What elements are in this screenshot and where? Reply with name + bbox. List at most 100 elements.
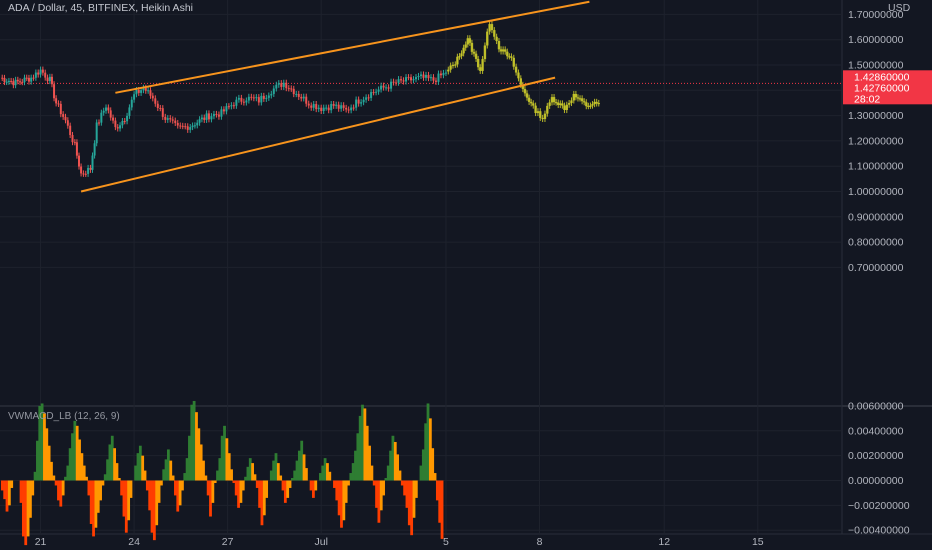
price-candle <box>119 125 122 129</box>
price-candle <box>282 82 285 87</box>
price-candle <box>123 121 126 123</box>
price-candle <box>159 107 162 109</box>
price-candle <box>265 97 268 99</box>
time-tick-label: 21 <box>35 536 47 548</box>
projection-candle <box>595 101 598 104</box>
price-candle <box>184 126 187 128</box>
price-candle <box>176 122 179 126</box>
price-candle <box>21 81 24 83</box>
price-candle <box>267 95 270 98</box>
projection-candle <box>546 105 549 114</box>
price-candle <box>46 77 49 82</box>
price-candle <box>295 93 298 95</box>
price-candle <box>434 80 437 82</box>
price-candle <box>315 104 318 110</box>
projection-candle <box>534 105 537 114</box>
price-candle <box>250 96 253 98</box>
price-candle <box>345 107 348 110</box>
projection-candle <box>504 49 507 52</box>
price-candle <box>95 122 98 144</box>
price-candle <box>222 109 225 112</box>
time-tick-label: 5 <box>443 536 449 548</box>
price-candle <box>7 80 10 82</box>
price-candle <box>19 81 22 83</box>
price-candle <box>422 74 425 78</box>
projection-candle <box>574 93 578 98</box>
price-candle <box>307 103 310 106</box>
price-candle <box>402 80 405 82</box>
histogram-bar <box>171 475 175 481</box>
projection-candle <box>523 88 527 94</box>
projection-candle <box>476 58 480 68</box>
price-candle <box>191 125 194 128</box>
price-candle <box>98 122 101 124</box>
projection-candle <box>483 45 487 60</box>
price-candle <box>210 116 213 120</box>
price-candle <box>382 85 385 88</box>
projection-candle <box>529 101 533 104</box>
projection-candle <box>585 102 588 107</box>
histogram-bar <box>159 480 163 486</box>
price-candle <box>75 142 78 156</box>
histogram-bar <box>433 473 437 481</box>
price-candle <box>340 105 343 109</box>
price-candle <box>235 99 238 106</box>
price-candle <box>198 119 201 123</box>
price-candle <box>220 109 223 117</box>
indicator-tick-label: 0.00600000 <box>848 400 904 412</box>
price-candle <box>415 77 418 80</box>
projection-candle <box>449 65 452 70</box>
price-candle <box>270 93 273 96</box>
histogram-bar <box>52 475 56 481</box>
price-candle <box>12 81 15 86</box>
projection-candle <box>563 105 566 111</box>
price-candle <box>242 101 245 103</box>
histogram-bar <box>253 474 257 481</box>
projection-candle <box>486 31 489 46</box>
histogram-bar <box>265 480 269 498</box>
projection-candle <box>490 24 494 31</box>
price-candle <box>107 107 110 111</box>
price-candle <box>387 87 390 89</box>
price-candle <box>62 114 65 117</box>
projection-candle <box>570 100 573 104</box>
price-candle <box>337 104 340 109</box>
price-candle <box>69 125 72 135</box>
price-candle <box>257 97 260 103</box>
price-candle <box>82 173 85 175</box>
projection-candle <box>552 97 556 103</box>
price-candle <box>355 99 358 108</box>
price-candle <box>312 104 315 108</box>
projection-candle <box>565 104 568 111</box>
projection-candle <box>578 98 582 100</box>
projection-candle <box>512 57 515 67</box>
price-candle <box>193 125 196 127</box>
histogram-bar <box>414 480 418 498</box>
projection-candle <box>472 51 476 54</box>
price-tick-label: 0.80000000 <box>848 237 904 249</box>
price-candle <box>116 127 119 129</box>
price-candle <box>442 72 445 76</box>
projection-candle <box>548 102 551 106</box>
price-candle <box>245 100 248 103</box>
time-tick-label: 15 <box>752 536 764 548</box>
price-candle <box>34 72 37 78</box>
histogram-bar <box>398 470 402 481</box>
projection-candle <box>460 53 463 57</box>
price-candle <box>347 109 350 111</box>
chart-title: ADA / Dollar, 45, BITFINEX, Heikin Ashi <box>8 2 193 14</box>
price-candle <box>277 83 280 85</box>
price-candle <box>151 95 154 99</box>
histogram-bar <box>370 465 374 481</box>
histogram-bar <box>279 475 283 481</box>
price-candle <box>385 87 388 89</box>
price-candle <box>439 73 442 76</box>
projection-candle <box>456 56 459 65</box>
price-candle <box>357 99 360 104</box>
price-candle <box>128 107 131 116</box>
price-candle <box>302 96 305 99</box>
price-candle <box>25 77 28 79</box>
histogram-bar <box>143 470 147 481</box>
price-candle <box>420 74 422 76</box>
projection-candle <box>583 101 586 103</box>
